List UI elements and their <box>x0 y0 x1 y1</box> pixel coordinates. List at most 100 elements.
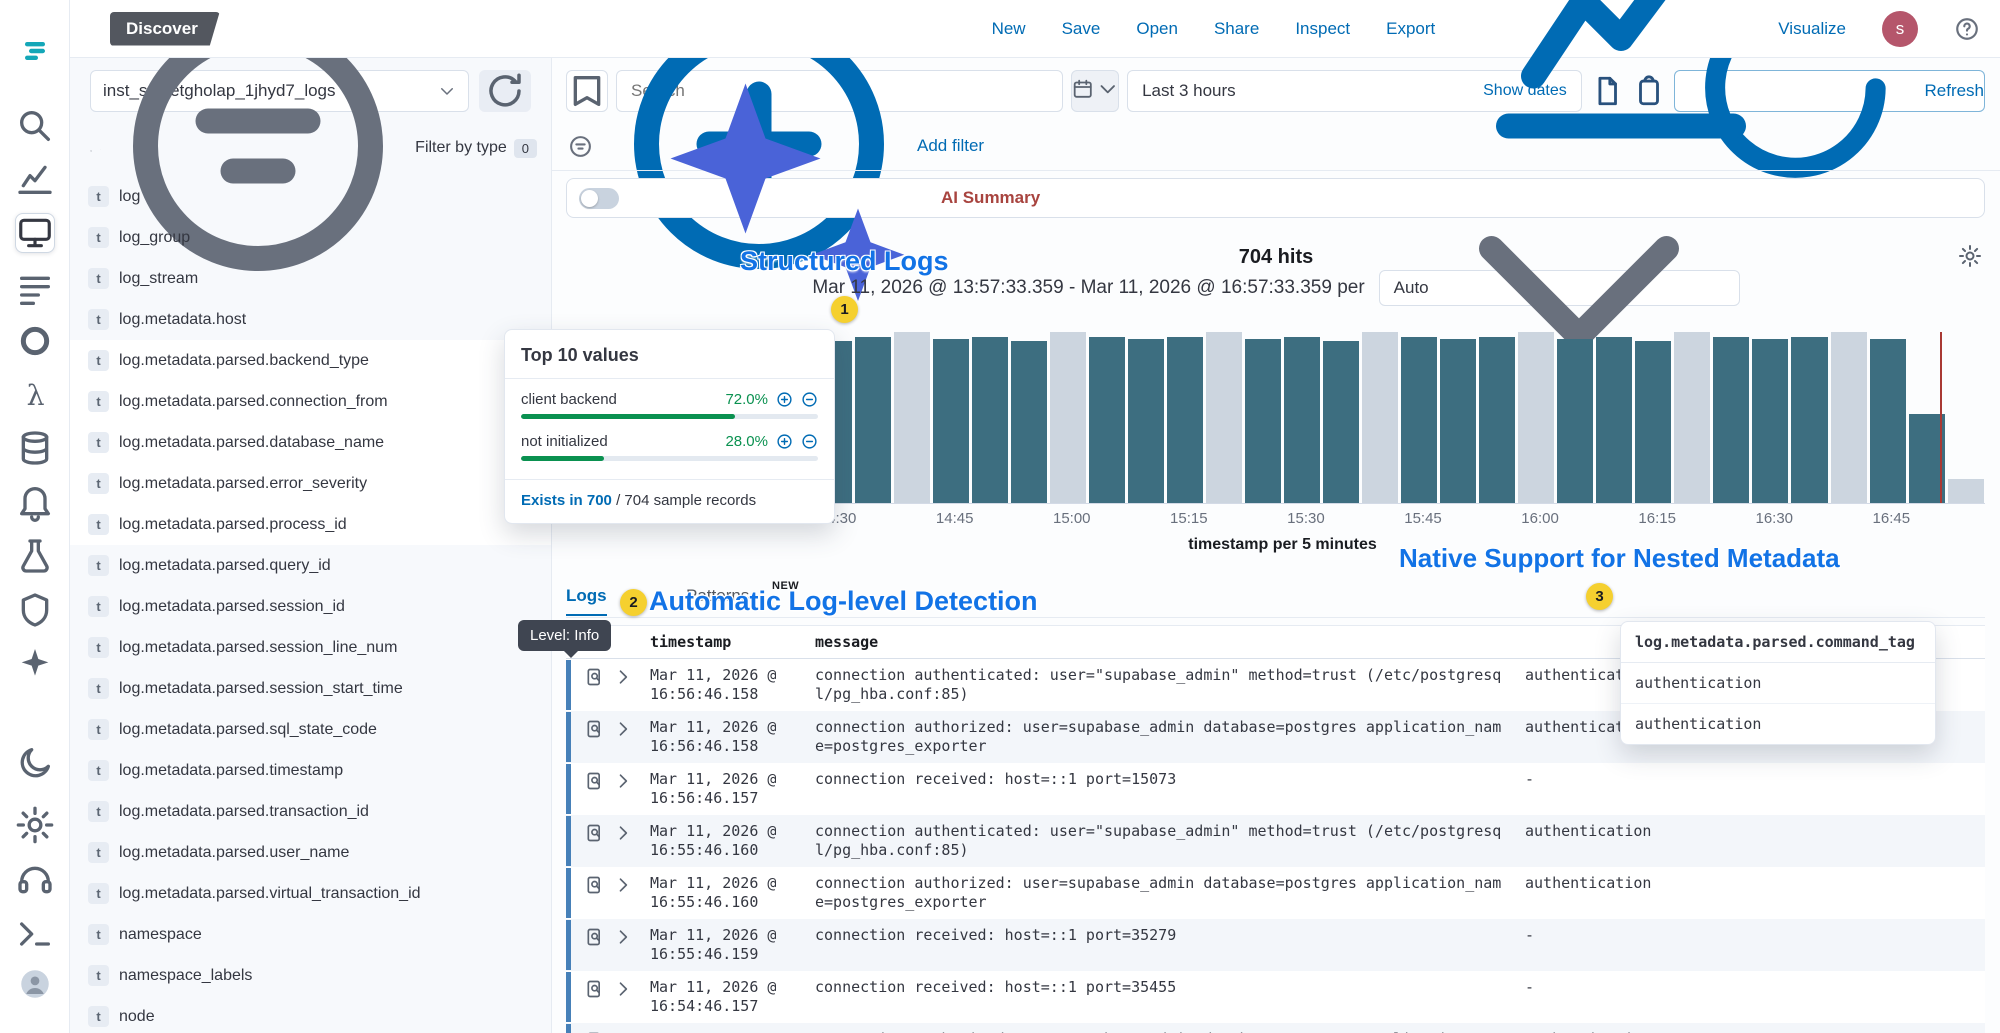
field-item[interactable]: tlog.metadata.parsed.session_start_time <box>70 668 551 709</box>
expand-row-icon[interactable] <box>613 979 633 999</box>
dev-tools-icon[interactable] <box>15 914 55 954</box>
field-item[interactable]: tlog.metadata.parsed.error_severity <box>70 463 551 504</box>
field-item[interactable]: tlog_group <box>70 217 551 258</box>
expand-document-icon[interactable] <box>585 667 605 687</box>
histogram-bar[interactable] <box>1674 332 1710 503</box>
field-item[interactable]: tlog <box>70 176 551 217</box>
profile-icon[interactable] <box>15 964 55 1004</box>
filter-out-icon[interactable] <box>801 433 818 450</box>
field-item[interactable]: tlog.metadata.parsed.transaction_id <box>70 791 551 832</box>
filter-for-icon[interactable] <box>776 433 793 450</box>
histogram-bar[interactable] <box>1245 339 1281 503</box>
discover-icon[interactable] <box>15 213 55 253</box>
field-item[interactable]: tlog.metadata.parsed.database_name <box>70 422 551 463</box>
histogram-bar[interactable] <box>972 337 1008 503</box>
field-item[interactable]: tlog.metadata.host <box>70 299 551 340</box>
field-item[interactable]: tlog.metadata.parsed.backend_type <box>70 340 551 381</box>
interval-select[interactable]: Auto <box>1379 270 1740 306</box>
expand-document-icon[interactable] <box>585 979 605 999</box>
field-item[interactable]: tlog.metadata.parsed.user_name <box>70 832 551 873</box>
expand-row-icon[interactable] <box>613 927 633 947</box>
histogram-bar[interactable] <box>933 339 969 503</box>
logo-icon[interactable] <box>15 31 55 71</box>
labs-icon[interactable] <box>15 536 55 576</box>
histogram-bar[interactable] <box>1206 332 1242 503</box>
field-item[interactable]: tlog_stream <box>70 258 551 299</box>
visualize-button[interactable]: Visualize <box>1471 0 1846 181</box>
database-icon[interactable] <box>15 428 55 468</box>
expand-document-icon[interactable] <box>585 771 605 791</box>
field-item[interactable]: tlog.metadata.parsed.connection_from <box>70 381 551 422</box>
histogram-bar[interactable] <box>1284 337 1320 503</box>
exists-in-link[interactable]: Exists in 700 <box>521 492 612 509</box>
functions-icon[interactable]: λ <box>15 375 55 415</box>
field-item[interactable]: tnode <box>70 996 551 1033</box>
histogram-bar[interactable] <box>1948 479 1984 503</box>
tab-logs[interactable]: Logs <box>566 586 607 616</box>
nav-link-save[interactable]: Save <box>1062 19 1101 39</box>
nav-link-new[interactable]: New <box>992 19 1026 39</box>
expand-document-icon[interactable] <box>585 719 605 739</box>
field-item[interactable]: tlog.metadata.parsed.query_id <box>70 545 551 586</box>
filter-out-icon[interactable] <box>801 391 818 408</box>
histogram-bar[interactable] <box>1011 341 1047 503</box>
nav-link-share[interactable]: Share <box>1214 19 1259 39</box>
settings-icon[interactable] <box>15 805 55 845</box>
histogram-bar[interactable] <box>1518 332 1554 503</box>
ml-icon[interactable] <box>15 644 55 684</box>
histogram-bar[interactable] <box>1050 332 1086 503</box>
header-message[interactable]: message <box>807 633 1517 651</box>
field-item[interactable]: tnamespace_labels <box>70 955 551 996</box>
expand-document-icon[interactable] <box>585 823 605 843</box>
histogram-bar[interactable] <box>1791 337 1827 503</box>
histogram-bar[interactable] <box>1479 337 1515 503</box>
expand-row-icon[interactable] <box>613 719 633 739</box>
logs-icon[interactable] <box>15 270 55 310</box>
expand-row-icon[interactable] <box>613 667 633 687</box>
search-icon[interactable] <box>15 106 55 146</box>
chart-options-gear-icon[interactable] <box>1958 244 1982 268</box>
histogram-bar[interactable] <box>894 332 930 503</box>
alerts-icon[interactable] <box>15 482 55 522</box>
field-item[interactable]: tlog.metadata.parsed.session_line_num <box>70 627 551 668</box>
histogram-bar[interactable] <box>1362 332 1398 503</box>
help-icon[interactable] <box>1954 16 1980 42</box>
expand-row-icon[interactable] <box>613 771 633 791</box>
saved-query-button[interactable] <box>566 70 608 112</box>
histogram-bar[interactable] <box>1596 337 1632 503</box>
expand-row-icon[interactable] <box>613 823 633 843</box>
histogram-bar[interactable] <box>1635 341 1671 503</box>
histogram-bar[interactable] <box>1557 339 1593 503</box>
histogram-bar[interactable] <box>1167 337 1203 503</box>
expand-row-icon[interactable] <box>613 875 633 895</box>
field-item[interactable]: tlog.metadata.parsed.timestamp <box>70 750 551 791</box>
support-icon[interactable] <box>15 860 55 900</box>
field-item[interactable]: tlog.metadata.parsed.process_id <box>70 504 551 545</box>
field-item[interactable]: tlog.metadata.parsed.sql_state_code <box>70 709 551 750</box>
field-item[interactable]: tlog.metadata.parsed.virtual_transaction… <box>70 873 551 914</box>
nav-link-export[interactable]: Export <box>1386 19 1435 39</box>
analytics-icon[interactable] <box>15 159 55 199</box>
histogram-bar[interactable] <box>1089 337 1125 503</box>
histogram-bar[interactable] <box>1323 341 1359 503</box>
expand-document-icon[interactable] <box>585 875 605 895</box>
histogram-bar[interactable] <box>1752 339 1788 503</box>
histogram-bar[interactable] <box>1128 339 1164 503</box>
histogram-bar[interactable] <box>1440 339 1476 503</box>
histogram-bar[interactable] <box>855 337 891 503</box>
field-item[interactable]: tnamespace <box>70 914 551 955</box>
dark-mode-icon[interactable] <box>15 743 55 783</box>
nav-link-inspect[interactable]: Inspect <box>1295 19 1350 39</box>
filter-for-icon[interactable] <box>776 391 793 408</box>
histogram-bar[interactable] <box>1713 337 1749 503</box>
ai-summary-toggle[interactable] <box>579 188 619 209</box>
histogram-bar[interactable] <box>1401 337 1437 503</box>
histogram-bar[interactable] <box>1831 332 1867 503</box>
field-item[interactable]: tlog.metadata.parsed.session_id <box>70 586 551 627</box>
header-timestamp[interactable]: timestamp <box>642 633 807 651</box>
monitoring-icon[interactable] <box>15 321 55 361</box>
filter-settings-icon[interactable] <box>568 134 593 159</box>
avatar[interactable]: s <box>1882 11 1918 47</box>
app-badge-discover[interactable]: Discover <box>110 12 220 46</box>
expand-document-icon[interactable] <box>585 927 605 947</box>
